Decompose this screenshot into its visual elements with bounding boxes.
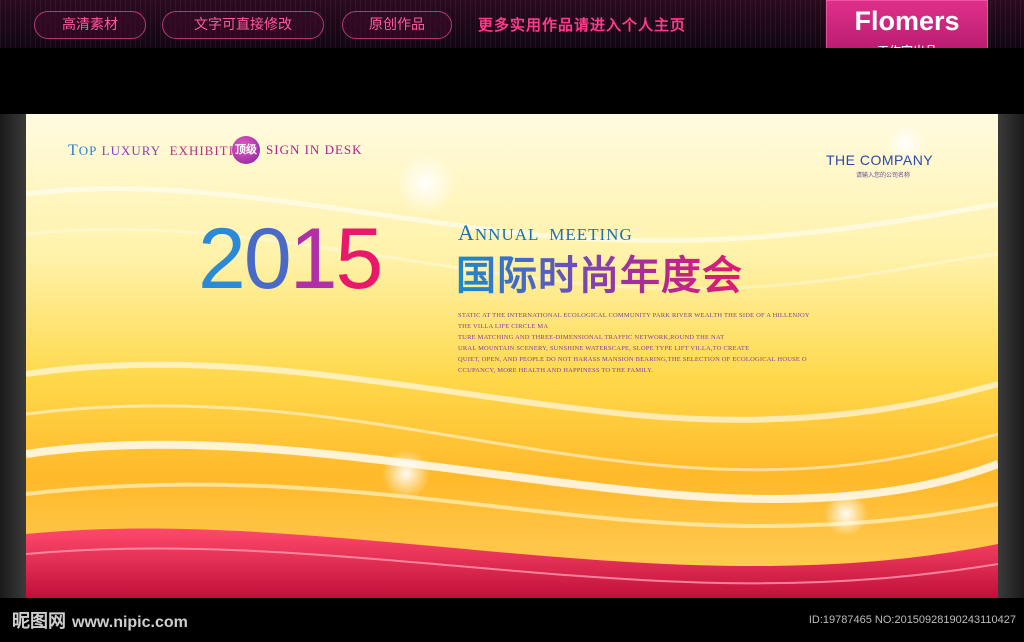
year-heading: 2015 [198, 211, 384, 307]
desc-line: QUIET, OPEN, AND PEOPLE DO NOT HARASS MA… [458, 356, 807, 363]
watermark-id: ID:19787465 NO:20150928190243110427 [808, 614, 1016, 626]
tagline-cap-s: S [266, 142, 275, 157]
company-name: THE COMPANY [826, 152, 934, 168]
tagline-left: TOP LUXURY EXHIBITION [68, 142, 255, 160]
annual-cap: A [458, 220, 475, 245]
top-grade-badge: 顶级 [232, 136, 260, 164]
pill-original-work[interactable]: 原创作品 [342, 11, 452, 39]
year-digit-4: 5 [335, 211, 384, 307]
poster-canvas: TOP LUXURY EXHIBITION 顶级 SIGN IN DESK TH… [26, 114, 998, 598]
description-block: STATIC AT THE INTERNATIONAL ECOLOGICAL C… [458, 310, 838, 376]
watermark-logo: 昵图网 www.nipic.com [12, 607, 188, 633]
watermark-url[interactable]: www.nipic.com [72, 614, 188, 631]
studio-name: Flomers [854, 6, 960, 36]
desc-line: THE VILLA LIFE CIRCLE MA [458, 323, 549, 330]
tagline-ign: IGN [274, 142, 301, 157]
year-digit-1: 2 [198, 211, 246, 307]
left-gray-edge [0, 114, 26, 598]
pill-editable-text[interactable]: 文字可直接修改 [162, 11, 324, 39]
right-gray-edge [998, 114, 1024, 598]
desc-line: URAL MOUNTAIN SCENERY, SUNSHINE WATERSCA… [458, 345, 750, 352]
chinese-title: 国际时尚年度会 [456, 253, 743, 299]
desc-line: STATIC AT THE INTERNATIONAL ECOLOGICAL C… [458, 312, 810, 319]
tagline-cap-t: T [68, 142, 79, 159]
year-digit-2: 0 [243, 211, 292, 307]
tagline-desk: DESK [324, 142, 363, 157]
company-subtitle: 请输入您的公司名称 [856, 172, 911, 179]
annual-meeting-heading: ANNUAL MEETING [458, 220, 633, 246]
tagline-luxury: LUXURY [101, 143, 162, 158]
desc-line: TURE MATCHING AND THREE-DIMENSIONAL TRAF… [458, 334, 725, 341]
annual-rest: NNUAL MEETING [474, 225, 633, 244]
tagline-in: IN [304, 142, 321, 157]
promo-text[interactable]: 更多实用作品请进入个人主页 [478, 14, 686, 35]
desc-line: CCUPANCY, MORE HEALTH AND HAPPINESS TO T… [458, 367, 654, 374]
dark-band [0, 48, 1024, 114]
tagline-right: SIGN IN DESK [266, 142, 363, 158]
tagline-op: OP [78, 143, 98, 158]
pill-hd-material[interactable]: 高清素材 [34, 11, 146, 39]
watermark-site-name: 昵图网 [12, 611, 66, 632]
year-digit-3: 1 [289, 211, 338, 307]
